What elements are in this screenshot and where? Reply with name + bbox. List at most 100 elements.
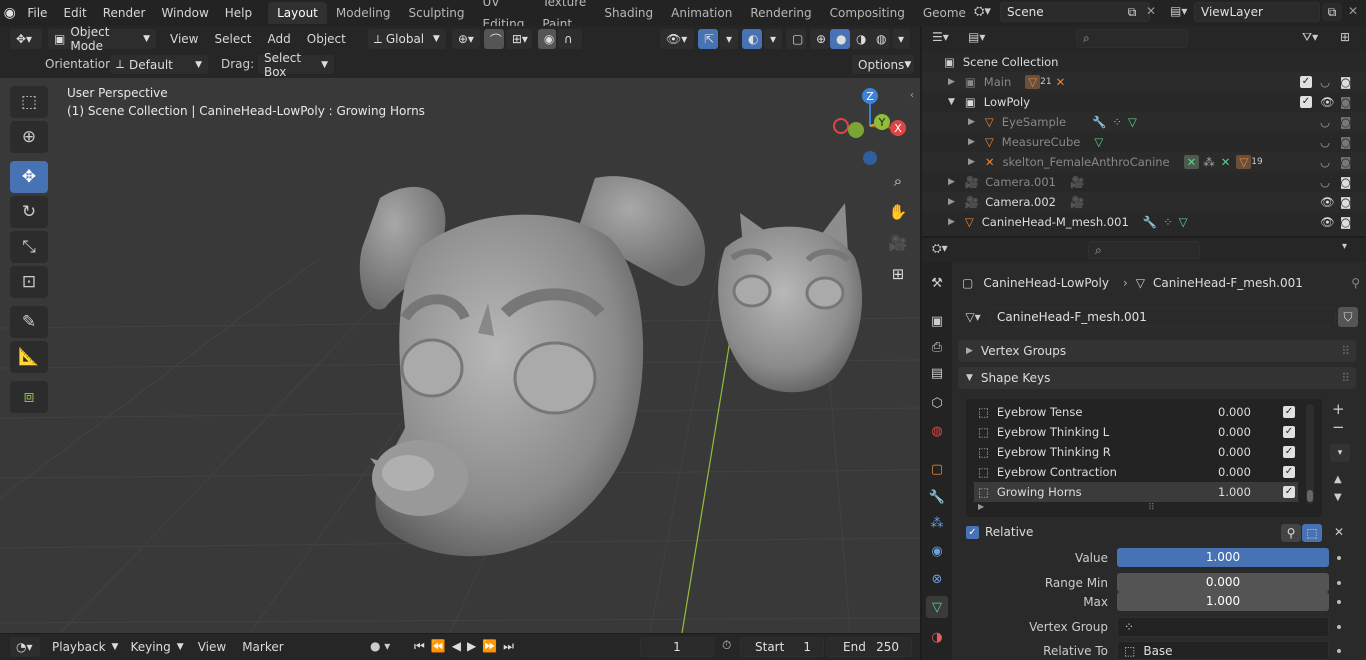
camera-view-icon[interactable]: 🎥 [884, 229, 912, 257]
new-scene-icon[interactable]: ⧉ [1122, 3, 1142, 21]
shading-solid-icon[interactable]: ● [830, 29, 850, 49]
move-down-icon[interactable]: ▼ [1334, 492, 1342, 503]
record-icon[interactable]: ● ▾ [370, 639, 390, 653]
delete-scene-icon[interactable]: ✕ [1146, 4, 1156, 18]
relative-checkbox[interactable]: ✓ [966, 525, 979, 539]
annotate-tool-icon[interactable]: ✎ [10, 306, 48, 338]
drag-handle-icon[interactable]: ⠿ [1341, 344, 1350, 358]
viewport-menu-add[interactable]: Add [260, 26, 299, 52]
drag-selector[interactable]: Select Box ▼ [258, 51, 334, 79]
outliner-row-camera-002[interactable]: ▶ 🎥 Camera.002 🎥 👁 ◙ [922, 192, 1366, 212]
exclude-checkbox[interactable]: ✓ [1300, 96, 1312, 108]
hide-eye-icon[interactable]: ◡ [1320, 175, 1330, 189]
viewport-menu-object[interactable]: Object [299, 26, 354, 52]
cursor-tool-icon[interactable]: ⊕ [10, 121, 48, 153]
shape-key-row-selected[interactable]: ⬚ Growing Horns 1.000 ✓ [974, 482, 1298, 502]
select-box-tool-icon[interactable]: ⬚ [10, 86, 48, 118]
move-up-icon[interactable]: ▲ [1334, 474, 1342, 485]
hide-eye-icon[interactable]: ◡ [1320, 75, 1330, 89]
scene-tab-icon[interactable]: ⬡ [926, 392, 948, 414]
add-shape-key-icon[interactable]: + [1332, 400, 1345, 418]
shape-key-row[interactable]: ⬚ Eyebrow Thinking L 0.000 ✓ [974, 422, 1298, 442]
edit-mode-shape-icon[interactable]: ⬚ [1302, 524, 1322, 542]
navigation-gizmo[interactable]: Z Y X [828, 84, 912, 168]
playback-controls-icon[interactable]: ⏮⏪◀▶⏩⏭ [414, 639, 520, 654]
scene-icon[interactable]: ⛭▾ [974, 4, 991, 19]
timeline-marker-menu[interactable]: Marker [234, 634, 291, 660]
shading-material-icon[interactable]: ◑ [850, 29, 870, 49]
outliner-row-camera-001[interactable]: ▶ 🎥 Camera.001 🎥 ◡ ◙ [922, 172, 1366, 192]
expand-icon[interactable]: ▶ [948, 77, 955, 87]
drag-handle-icon[interactable]: ⠿ [1341, 371, 1350, 385]
end-frame-field[interactable]: End 250 [826, 637, 912, 657]
shape-key-mute-checkbox[interactable]: ✓ [1283, 446, 1295, 458]
menu-window[interactable]: Window [153, 0, 216, 26]
shape-key-mute-checkbox[interactable]: ✓ [1283, 486, 1295, 498]
render-camera-icon[interactable]: ◙ [1340, 175, 1351, 189]
shape-keys-panel-header[interactable]: ▼ Shape Keys ⠿ [958, 367, 1356, 389]
shading-rendered-icon[interactable]: ◍ [870, 29, 890, 49]
blender-logo-icon[interactable]: ◉ [0, 5, 19, 21]
shape-key-mute-checkbox[interactable]: ✓ [1283, 426, 1295, 438]
vertex-groups-panel-header[interactable]: ▶ Vertex Groups ⠿ [958, 340, 1356, 362]
material-tab-icon[interactable]: ◑ [926, 626, 948, 648]
expand-icon[interactable]: ▶ [968, 117, 975, 127]
viewport-menu-select[interactable]: Select [206, 26, 259, 52]
shape-key-lock-icon[interactable]: ⚲ [1281, 524, 1301, 542]
display-mode-icon[interactable]: ▤▾ [968, 30, 985, 44]
transform-orientation-selector[interactable]: ⟂ Global ▼ [367, 29, 446, 49]
editor-type-icon[interactable]: ✥▾ [10, 29, 42, 49]
menu-help[interactable]: Help [217, 0, 260, 26]
constraints-tab-icon[interactable]: ⊗ [926, 568, 948, 590]
keyframe-dot-icon[interactable] [1337, 581, 1341, 585]
properties-editor-icon[interactable]: ⛭▾ [932, 241, 948, 256]
relative-to-field[interactable]: ⬚ Base [1117, 641, 1329, 660]
list-filter-expand-icon[interactable]: ▶ [978, 502, 984, 511]
zoom-icon[interactable]: ⌕ [884, 167, 912, 195]
hide-eye-icon[interactable]: ◡ [1320, 115, 1330, 129]
render-camera-disabled-icon[interactable]: ◙ [1340, 135, 1351, 149]
shape-key-row[interactable]: ⬚ Eyebrow Thinking R 0.000 ✓ [974, 442, 1298, 462]
particles-tab-icon[interactable]: ⁂ [926, 512, 948, 534]
options-dropdown[interactable]: Options ▼ [852, 55, 914, 74]
expand-icon[interactable]: ▶ [968, 157, 975, 167]
viewport-menu-view[interactable]: View [162, 26, 206, 52]
snap-toggle-icon[interactable]: ⌒ [483, 29, 504, 49]
scale-tool-icon[interactable]: ⤡ [10, 231, 48, 263]
max-field[interactable]: 1.000 [1117, 592, 1329, 611]
timeline-editor-icon[interactable]: ◔▾ [10, 637, 40, 657]
snap-target-icon[interactable]: ⊞▾ [505, 29, 532, 49]
view-layer-selector[interactable]: ViewLayer [1194, 2, 1320, 22]
outliner-row-main[interactable]: ▶ ▣ Main ▽ 21 ✕ ✓ ◡ ◙ [922, 72, 1366, 92]
ortho-toggle-icon[interactable]: ⊞ [884, 260, 912, 288]
workspace-tab-sculpting[interactable]: Sculpting [399, 2, 473, 24]
menu-edit[interactable]: Edit [55, 0, 94, 26]
outliner-row-eyesample[interactable]: ▶ ▽ EyeSample 🔧 ⁘ ▽ ◡ ◙ [922, 112, 1366, 132]
measure-tool-icon[interactable]: 📐 [10, 341, 48, 373]
clear-shape-keys-icon[interactable]: ✕ [1334, 525, 1344, 539]
properties-search-input[interactable]: ⌕ [1088, 241, 1200, 259]
start-frame-field[interactable]: Start 1 [740, 637, 824, 657]
shape-key-mute-checkbox[interactable]: ✓ [1283, 466, 1295, 478]
expand-icon[interactable]: ▶ [948, 197, 955, 207]
world-tab-icon[interactable]: ◍ [926, 420, 948, 442]
value-slider[interactable]: 1.000 [1117, 548, 1329, 567]
render-tab-icon[interactable]: ▣ [926, 310, 948, 332]
vertex-group-field[interactable]: ⁘ [1117, 617, 1329, 637]
workspace-tab-geometry-nodes[interactable]: Geometry Noc [914, 2, 966, 24]
expand-icon[interactable]: ▶ [948, 177, 955, 187]
keyframe-dot-icon[interactable] [1337, 556, 1341, 560]
gizmo-toggle-icon[interactable]: ⇱ [698, 29, 718, 49]
render-camera-disabled-icon[interactable]: ◙ [1340, 115, 1351, 129]
render-camera-disabled-icon[interactable]: ◙ [1340, 155, 1351, 169]
xray-toggle-icon[interactable]: ▢ [786, 29, 806, 49]
filter-icon[interactable]: ⛛▾ [1302, 30, 1318, 45]
workspace-tab-compositing[interactable]: Compositing [821, 2, 914, 24]
eye-icon[interactable]: 👁 [1320, 195, 1335, 209]
view-layer-tab-icon[interactable]: ▤ [926, 362, 948, 384]
workspace-tab-layout[interactable]: Layout [268, 2, 327, 24]
move-tool-icon[interactable]: ✥ [10, 161, 48, 193]
outliner-row-scene-collection[interactable]: ▣ Scene Collection [922, 52, 1366, 72]
pin-icon[interactable]: ⚲ [1351, 276, 1360, 290]
properties-options-icon[interactable]: ▾ [1342, 241, 1347, 252]
